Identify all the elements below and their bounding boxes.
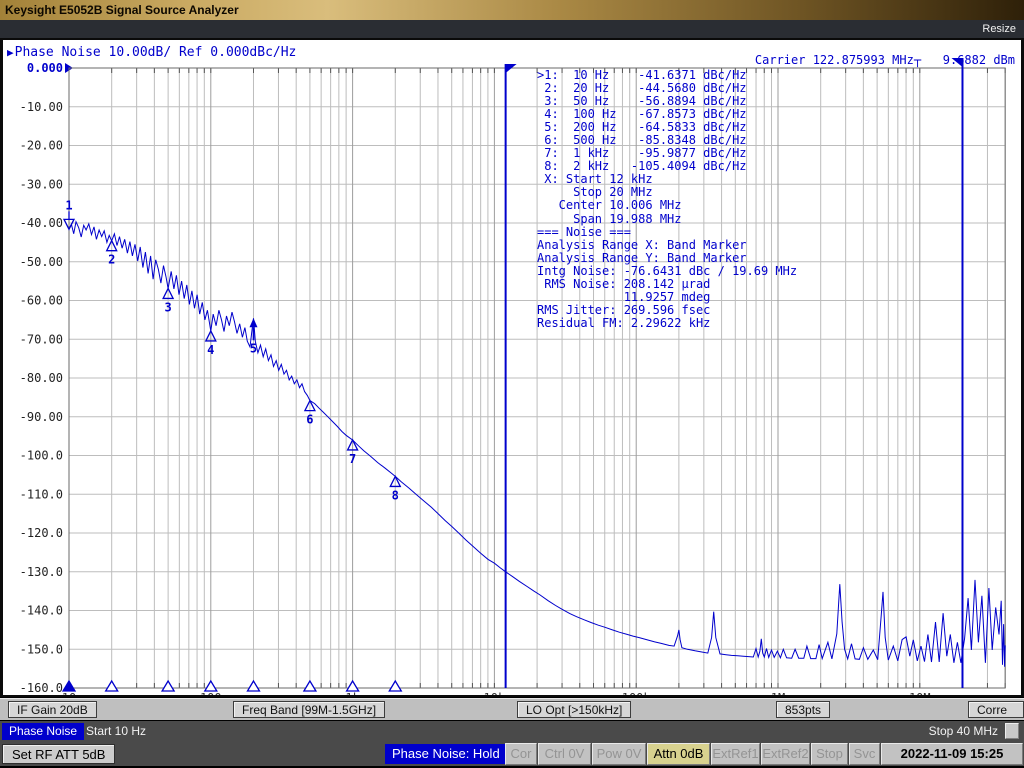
instrument-screen: Keysight E5052B Signal Source Analyzer R… — [0, 0, 1024, 768]
trace-scale-label: ▶Phase Noise 10.00dB/ Ref 0.000dBc/Hz — [7, 45, 296, 60]
status-indicator-cells: Cor Ctrl 0V Pow 0V Attn 0dB ExtRef1 ExtR… — [505, 743, 1023, 765]
svg-text:-30.00: -30.00 — [20, 177, 63, 191]
svg-text:-140.0: -140.0 — [20, 604, 63, 618]
svg-text:-60.00: -60.00 — [20, 294, 63, 308]
plot-grid: 0.000 -10.00 -20.00 -30.00 -40.00 -50.00 -60.0… — [20, 61, 1006, 695]
status-cell-datetime: 2022-11-09 15:25 — [881, 743, 1023, 765]
svg-text:-80.00: -80.00 — [20, 371, 63, 385]
svg-text:0.000: 0.000 — [27, 61, 63, 75]
set-rf-att-button[interactable]: Set RF ATT 5dB — [2, 744, 115, 764]
svg-text:-110.0: -110.0 — [20, 487, 63, 501]
trace-markers[interactable]: 1 2 3 4 5 6 7 8 — [63, 198, 401, 691]
svg-text:100k: 100k — [622, 691, 652, 695]
resize-button[interactable]: Resize — [982, 22, 1016, 36]
freq-band-button[interactable]: Freq Band [99M-1.5GHz] — [233, 701, 385, 718]
tab-phase-noise[interactable]: Phase Noise — [2, 723, 84, 740]
svg-text:1: 1 — [65, 198, 72, 212]
svg-text:-100.0: -100.0 — [20, 449, 63, 463]
carrier-readout: Carrier 122.875993 MHz┬ 9.6882 dBm — [755, 53, 1015, 67]
marker-1-axis-icon — [63, 681, 75, 691]
status-bar-resize-stub[interactable] — [1005, 723, 1019, 739]
points-button[interactable]: 853pts — [776, 701, 830, 718]
svg-text:-120.0: -120.0 — [20, 526, 63, 540]
sweep-stop-readout: Stop 40 MHz — [929, 723, 998, 740]
svg-text:3: 3 — [164, 300, 171, 314]
svg-text:-90.00: -90.00 — [20, 410, 63, 424]
status-cell-pow: Pow 0V — [592, 743, 646, 765]
marker-8-axis-icon — [389, 681, 401, 691]
marker-6-axis-icon — [304, 681, 316, 691]
sweep-start-readout: Start 10 Hz — [86, 723, 146, 740]
svg-text:8: 8 — [392, 488, 399, 502]
svg-text:5: 5 — [250, 341, 257, 355]
status-cell-extref2: ExtRef2 — [761, 743, 810, 765]
menu-bar: Resize — [0, 20, 1024, 38]
svg-text:2: 2 — [108, 253, 115, 267]
system-status-bar: Set RF ATT 5dB Phase Noise: Hold Cor Ctr… — [0, 742, 1024, 768]
measurement-settings-bar: IF Gain 20dB Freq Band [99M-1.5GHz] LO O… — [0, 698, 1024, 720]
status-cell-cor: Cor — [505, 743, 537, 765]
svg-text:6: 6 — [306, 413, 313, 427]
marker-7-axis-icon — [347, 681, 359, 691]
svg-text:7: 7 — [349, 452, 356, 466]
marker-4-axis-icon — [205, 681, 217, 691]
svg-text:4: 4 — [207, 343, 214, 357]
svg-text:-50.00: -50.00 — [20, 255, 63, 269]
correlation-button[interactable]: Corre 5 — [968, 701, 1024, 718]
marker-noise-readout: >1: 10 Hz -41.6371 dBc/Hz 2: 20 Hz -44.5… — [537, 69, 797, 330]
svg-text:-10.00: -10.00 — [20, 100, 63, 114]
marker-5-axis-icon — [247, 681, 259, 691]
phase-noise-measurement-window: 0.000 -10.00 -20.00 -30.00 -40.00 -50.00 -60.0… — [0, 38, 1024, 697]
svg-text:-40.00: -40.00 — [20, 216, 63, 230]
window-title: Keysight E5052B Signal Source Analyzer — [5, 3, 239, 17]
status-cell-stop: Stop — [811, 743, 848, 765]
sweep-mode-indicator[interactable]: Phase Noise: Hold — [385, 744, 507, 764]
window-title-bar: Keysight E5052B Signal Source Analyzer — [0, 0, 1024, 20]
svg-text:-150.0: -150.0 — [20, 642, 63, 656]
svg-text:-160.0: -160.0 — [20, 681, 63, 695]
svg-text:-70.00: -70.00 — [20, 332, 63, 346]
status-cell-svc: Svc — [849, 743, 880, 765]
phase-noise-plot[interactable]: 0.000 -10.00 -20.00 -30.00 -40.00 -50.00 -60.0… — [3, 40, 1021, 695]
status-cell-ctrl: Ctrl 0V — [538, 743, 591, 765]
svg-text:10k: 10k — [484, 691, 506, 695]
status-cell-extref1: ExtRef1 — [711, 743, 760, 765]
marker-5-icon — [249, 318, 257, 327]
svg-text:10M: 10M — [909, 691, 931, 695]
svg-text:1M: 1M — [771, 691, 785, 695]
trace-status-bar: Phase Noise Start 10 Hz Stop 40 MHz — [0, 721, 1024, 742]
if-gain-button[interactable]: IF Gain 20dB — [8, 701, 97, 718]
marker-2-axis-icon — [106, 681, 118, 691]
svg-text:-20.00: -20.00 — [20, 139, 63, 153]
lo-opt-button[interactable]: LO Opt [>150kHz] — [517, 701, 631, 718]
marker-3-axis-icon — [162, 681, 174, 691]
status-cell-attn: Attn 0dB — [647, 743, 710, 765]
trace-select-arrow-icon: ▶ — [7, 46, 14, 59]
svg-text:-130.0: -130.0 — [20, 565, 63, 579]
